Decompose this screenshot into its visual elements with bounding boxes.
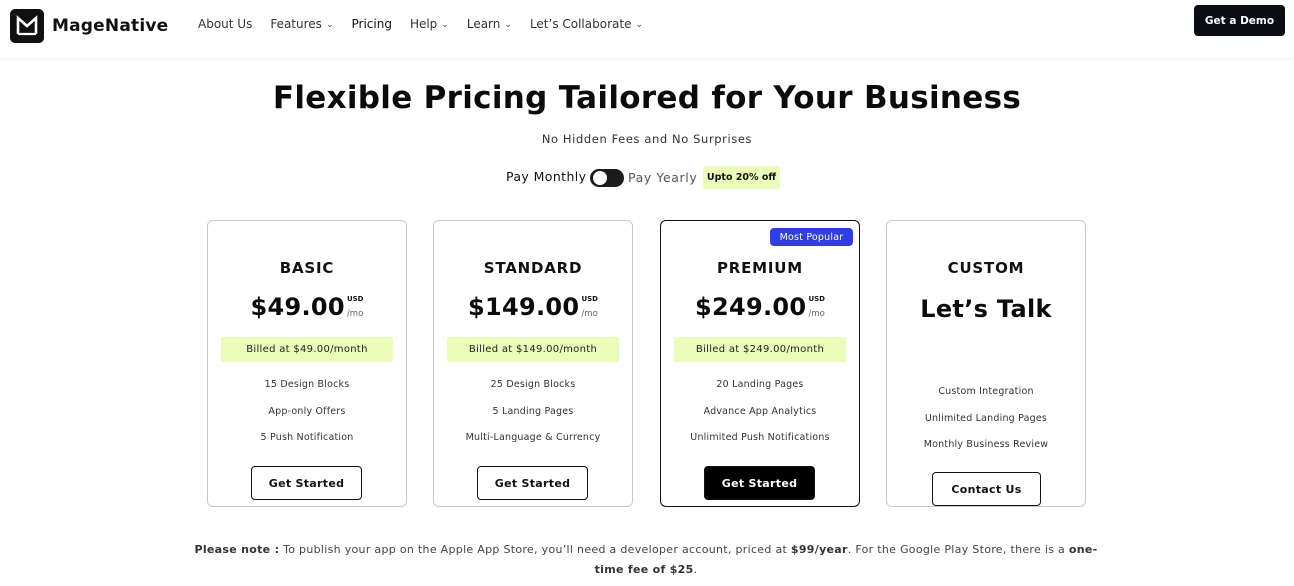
feature-item: Advance App Analytics [703, 405, 817, 417]
feature-list: 25 Design Blocks 5 Landing Pages Multi-L… [434, 379, 632, 459]
nav-label: Help [409, 17, 438, 31]
get-demo-button[interactable]: Get a Demo [1194, 5, 1285, 36]
chevron-down-icon: ⌄ [441, 20, 449, 30]
feature-item: 15 Design Blocks [264, 379, 350, 390]
feature-item: Unlimited Landing Pages [924, 412, 1048, 424]
feature-item: 5 Landing Pages [492, 405, 574, 417]
toggle-knob [593, 171, 607, 185]
currency-label: USD [808, 295, 825, 303]
plan-name: BASIC [279, 259, 335, 277]
plan-price: $49.00 [250, 293, 345, 321]
feature-list: Custom Integration Unlimited Landing Pag… [887, 386, 1085, 466]
note-text: . [693, 563, 698, 576]
brand-logo[interactable]: MageNative [10, 9, 168, 43]
price-row: $249.00 USD /mo [661, 293, 859, 321]
pay-yearly-label[interactable]: Pay Yearly [628, 170, 697, 185]
contact-us-button[interactable]: Contact Us [932, 472, 1041, 506]
apple-price: $99/year [790, 543, 848, 556]
nav-features[interactable]: Features ⌄ [270, 17, 333, 31]
price-meta: USD /mo [808, 295, 825, 319]
plan-name: PREMIUM [716, 259, 803, 277]
billed-note: Billed at $249.00/month [674, 337, 846, 362]
get-started-button-standard[interactable]: Get Started [477, 466, 588, 500]
period-label: /mo [581, 309, 598, 319]
plan-name: CUSTOM [947, 259, 1025, 277]
billing-toggle-row: Pay Monthly Pay Yearly Upto 20% off [0, 166, 1294, 190]
feature-list: 15 Design Blocks App-only Offers 5 Push … [208, 379, 406, 459]
plan-name: STANDARD [483, 259, 583, 277]
plan-card-standard: STANDARD $149.00 USD /mo Billed at $149.… [433, 220, 633, 507]
nav-pricing[interactable]: Pricing [351, 17, 391, 31]
note-lead: Please note : [194, 543, 280, 556]
feature-item: Monthly Business Review [923, 439, 1049, 450]
chevron-down-icon: ⌄ [635, 20, 644, 30]
get-started-button-basic[interactable]: Get Started [251, 466, 362, 500]
price-meta: USD /mo [347, 295, 364, 319]
plan-card-basic: BASIC $49.00 USD /mo Billed at $49.00/mo… [207, 220, 407, 507]
nav-learn[interactable]: Learn ⌄ [467, 17, 512, 31]
nav-help[interactable]: Help ⌄ [410, 17, 449, 31]
nav-label: Let’s Collaborate [529, 17, 632, 31]
feature-item: Unlimited Push Notifications [690, 432, 830, 443]
magenative-logo-icon [10, 9, 44, 43]
plan-card-premium: Most Popular PREMIUM $249.00 USD /mo Bil… [660, 220, 860, 507]
feature-item: 25 Design Blocks [490, 379, 576, 390]
price-row: $149.00 USD /mo [434, 293, 632, 321]
publishing-note: Please note : To publish your app on the… [186, 540, 1106, 580]
billing-period-toggle[interactable] [590, 169, 624, 187]
currency-label: USD [581, 295, 598, 303]
page-subtitle: No Hidden Fees and No Surprises [541, 132, 753, 146]
price-row: $49.00 USD /mo [208, 293, 406, 321]
get-started-button-premium[interactable]: Get Started [704, 466, 815, 500]
chevron-down-icon: ⌄ [504, 20, 512, 30]
feature-item: App-only Offers [268, 405, 346, 417]
nav-lets-collaborate[interactable]: Let’s Collaborate ⌄ [530, 17, 643, 31]
period-label: /mo [346, 309, 364, 319]
nav-label: Learn [466, 17, 501, 31]
period-label: /mo [808, 309, 825, 319]
billed-note: Billed at $149.00/month [447, 337, 619, 362]
brand-name: MageNative [52, 16, 169, 36]
plan-price: $149.00 [468, 293, 580, 321]
chevron-down-icon: ⌄ [325, 20, 334, 30]
plan-price: $249.00 [695, 293, 807, 321]
currency-label: USD [346, 295, 364, 303]
price-meta: USD /mo [581, 295, 598, 319]
note-text: To publish your app on the Apple App Sto… [279, 543, 791, 556]
nav-label: About Us [198, 17, 253, 31]
top-header: MageNative About Us Features ⌄ Pricing H… [0, 0, 1294, 58]
feature-item: Custom Integration [938, 386, 1034, 397]
feature-item: 5 Push Notification [260, 432, 354, 443]
note-text: . For the Google Play Store, there is a [847, 543, 1069, 556]
feature-list: 20 Landing Pages Advance App Analytics U… [661, 379, 859, 459]
main-nav: About Us Features ⌄ Pricing Help ⌄ Learn… [198, 17, 661, 31]
pay-monthly-label[interactable]: Pay Monthly [506, 169, 586, 184]
feature-item: 20 Landing Pages [716, 379, 804, 390]
nav-label: Features [270, 17, 322, 31]
lets-talk-heading: Let’s Talk [920, 295, 1052, 323]
plan-card-custom: CUSTOM Let’s Talk Custom Integration Unl… [886, 220, 1086, 507]
most-popular-badge: Most Popular [770, 228, 853, 246]
billed-note: Billed at $49.00/month [221, 337, 393, 362]
nav-label: Pricing [351, 17, 392, 31]
page-title: Flexible Pricing Tailored for Your Busin… [272, 80, 1022, 116]
feature-item: Multi-Language & Currency [465, 432, 601, 443]
discount-badge: Upto 20% off [703, 166, 780, 189]
nav-about-us[interactable]: About Us [198, 17, 252, 31]
